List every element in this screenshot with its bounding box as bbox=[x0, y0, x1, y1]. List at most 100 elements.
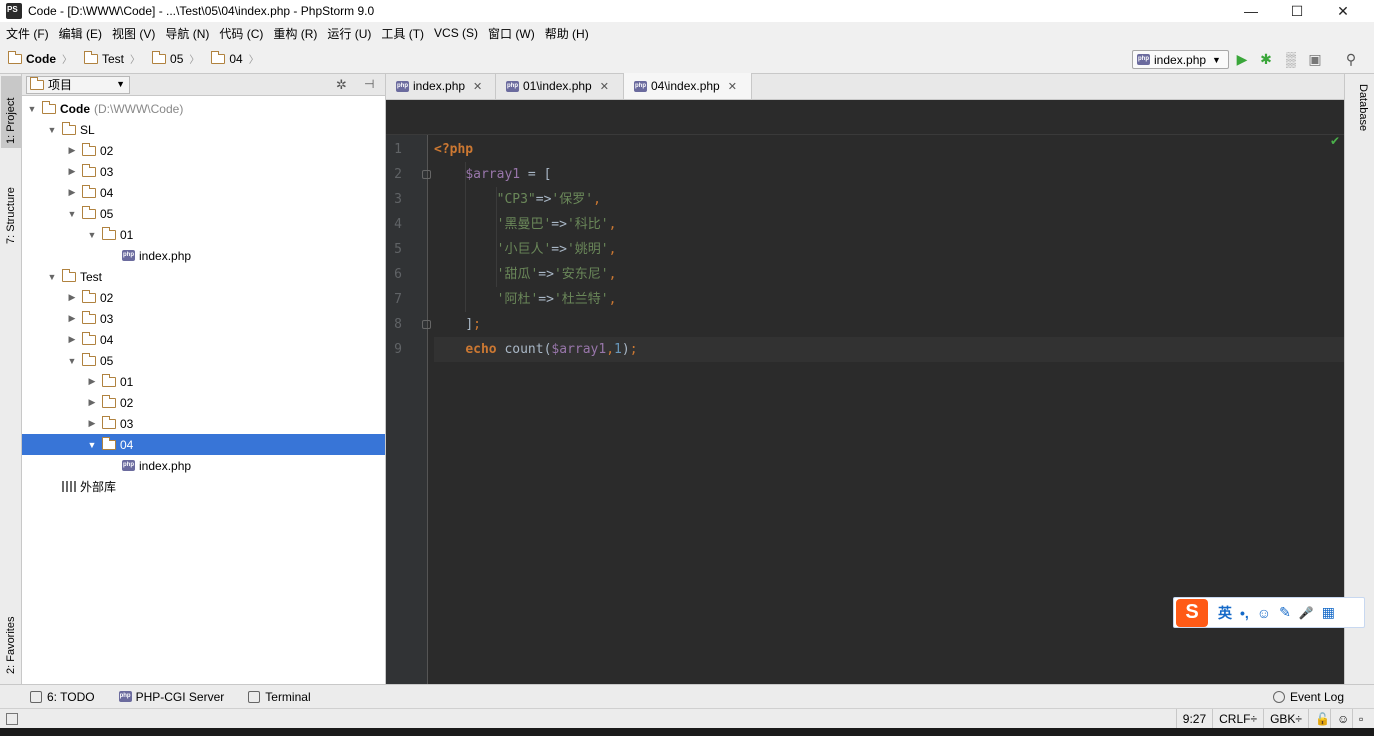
layout-icon[interactable] bbox=[6, 713, 18, 725]
close-icon[interactable]: ✕ bbox=[600, 80, 609, 93]
tab-01-index-php[interactable]: php 01\index.php ✕ bbox=[496, 73, 624, 99]
code-line[interactable]: <?php bbox=[434, 137, 1344, 162]
menu-refactor[interactable]: 重构 (R) bbox=[269, 25, 321, 42]
tree-folder[interactable]: ▶ 03 bbox=[22, 161, 385, 182]
code-line[interactable]: '小巨人'=>'姚明', bbox=[434, 237, 1344, 262]
menu-code[interactable]: 代码 (C) bbox=[215, 25, 267, 42]
hide-panel-icon[interactable]: ⊣ bbox=[364, 77, 374, 91]
file-encoding[interactable]: GBK÷ bbox=[1263, 708, 1308, 729]
menu-navigate[interactable]: 导航 (N) bbox=[161, 25, 213, 42]
tab-index-php[interactable]: php index.php ✕ bbox=[386, 73, 496, 99]
chevron-right-icon[interactable]: ▶ bbox=[66, 187, 78, 198]
chevron-right-icon[interactable]: ▶ bbox=[66, 166, 78, 177]
chevron-right-icon[interactable]: ▶ bbox=[66, 313, 78, 324]
mic-icon[interactable]: 🎤 bbox=[1299, 606, 1314, 620]
close-icon[interactable]: ✕ bbox=[728, 80, 737, 93]
chevron-right-icon[interactable]: ▶ bbox=[86, 376, 98, 387]
menu-edit[interactable]: 编辑 (E) bbox=[55, 25, 106, 42]
line-separator[interactable]: CRLF÷ bbox=[1212, 708, 1263, 729]
bug-icon[interactable]: ✱ bbox=[1257, 50, 1275, 68]
breadcrumb-test[interactable]: Test 〉 bbox=[76, 44, 144, 74]
tree-folder[interactable]: ▼ 05 bbox=[22, 350, 385, 371]
fold-marker-icon[interactable] bbox=[422, 170, 431, 179]
tree-folder[interactable]: ▼ 01 bbox=[22, 224, 385, 245]
stop-icon[interactable]: ▣ bbox=[1306, 50, 1324, 68]
code-line[interactable]: echo count($array1,1); bbox=[434, 337, 1344, 362]
close-button[interactable]: ✕ bbox=[1320, 0, 1366, 22]
menu-window[interactable]: 窗口 (W) bbox=[484, 25, 539, 42]
code-line[interactable]: ]; bbox=[434, 312, 1344, 337]
tree-folder[interactable]: ▶ 03 bbox=[22, 308, 385, 329]
code-line[interactable]: '甜瓜'=>'安东尼', bbox=[434, 262, 1344, 287]
tool-todo[interactable]: 6: TODO bbox=[30, 690, 95, 704]
menu-vcs[interactable]: VCS (S) bbox=[430, 26, 482, 40]
code-line[interactable]: '黑曼巴'=>'科比', bbox=[434, 212, 1344, 237]
tree-folder[interactable]: ▼ 05 bbox=[22, 203, 385, 224]
sogou-logo-icon[interactable]: S bbox=[1176, 598, 1208, 627]
chevron-down-icon[interactable]: ▼ bbox=[66, 209, 78, 219]
chevron-right-icon[interactable]: ▶ bbox=[66, 145, 78, 156]
gear-icon[interactable]: ✲ bbox=[336, 77, 347, 93]
code-line[interactable]: '阿杜'=>'杜兰特', bbox=[434, 287, 1344, 312]
breadcrumb-05[interactable]: 05 〉 bbox=[144, 44, 203, 74]
code-line[interactable]: $array1 = [ bbox=[434, 162, 1344, 187]
tree-folder[interactable]: ▼ 04 bbox=[22, 434, 385, 455]
lock-icon[interactable]: 🔓 bbox=[1308, 708, 1330, 729]
tree-folder[interactable]: ▼ Code (D:\WWW\Code) bbox=[22, 98, 385, 119]
chevron-right-icon[interactable]: ▶ bbox=[86, 418, 98, 429]
chevron-right-icon[interactable]: ▶ bbox=[66, 292, 78, 303]
tool-database[interactable]: Database bbox=[1349, 80, 1369, 131]
tree-folder[interactable]: ▶ 01 bbox=[22, 371, 385, 392]
tree-folder[interactable]: ▶ 03 bbox=[22, 413, 385, 434]
menu-help[interactable]: 帮助 (H) bbox=[541, 25, 593, 42]
project-view-select[interactable]: 项目 ▼ bbox=[26, 75, 130, 94]
ime-language-toggle[interactable]: 英 bbox=[1218, 603, 1232, 623]
tool-favorites[interactable]: 2: Favorites bbox=[1, 592, 21, 678]
chevron-down-icon[interactable]: ▼ bbox=[66, 356, 78, 366]
tree-folder[interactable]: ▼ SL bbox=[22, 119, 385, 140]
breadcrumb-04[interactable]: 04 〉 bbox=[203, 44, 262, 74]
tool-php-cgi[interactable]: php PHP-CGI Server bbox=[118, 690, 224, 704]
grid-icon[interactable]: ▦ bbox=[1322, 604, 1335, 621]
chevron-down-icon[interactable]: ▼ bbox=[26, 104, 38, 114]
coverage-icon[interactable]: ▒ bbox=[1282, 50, 1300, 68]
close-icon[interactable]: ✕ bbox=[473, 80, 482, 93]
run-config-select[interactable]: php index.php ▼ bbox=[1132, 50, 1229, 69]
breadcrumb-code[interactable]: Code 〉 bbox=[0, 44, 76, 74]
ime-punctuation-toggle[interactable]: •, bbox=[1240, 605, 1249, 621]
memory-icon[interactable]: ▫ bbox=[1352, 708, 1374, 729]
tree-folder[interactable]: ▶ 04 bbox=[22, 329, 385, 350]
tab-04-index-php[interactable]: php 04\index.php ✕ bbox=[624, 73, 752, 99]
tool-structure[interactable]: 7: Structure bbox=[1, 164, 21, 248]
tree-folder[interactable]: ▶ 02 bbox=[22, 287, 385, 308]
tool-project[interactable]: 1: Project bbox=[1, 76, 21, 148]
chevron-right-icon[interactable]: ▶ bbox=[66, 334, 78, 345]
chevron-down-icon[interactable]: ▼ bbox=[46, 272, 58, 282]
tool-event-log[interactable]: Event Log bbox=[1272, 690, 1344, 704]
tree-file[interactable]: php index.php bbox=[22, 245, 385, 266]
play-icon[interactable]: ▶ bbox=[1233, 50, 1251, 68]
menu-view[interactable]: 视图 (V) bbox=[108, 25, 159, 42]
tree-folder[interactable]: ▶ 04 bbox=[22, 182, 385, 203]
inspector-icon[interactable]: ☺ bbox=[1330, 708, 1352, 729]
tree-folder[interactable]: 外部库 bbox=[22, 476, 385, 497]
skin-icon[interactable]: ✎ bbox=[1279, 604, 1291, 621]
chevron-right-icon[interactable]: ▶ bbox=[86, 397, 98, 408]
code-line[interactable]: "CP3"=>'保罗', bbox=[434, 187, 1344, 212]
menu-run[interactable]: 运行 (U) bbox=[323, 25, 375, 42]
menu-file[interactable]: 文件 (F) bbox=[2, 25, 53, 42]
chevron-down-icon[interactable]: ▼ bbox=[86, 230, 98, 240]
minimize-button[interactable]: — bbox=[1228, 0, 1274, 22]
tool-terminal[interactable]: Terminal bbox=[248, 690, 311, 704]
menu-tools[interactable]: 工具 (T) bbox=[377, 25, 428, 42]
tree-folder[interactable]: ▶ 02 bbox=[22, 140, 385, 161]
emoji-icon[interactable]: ☺ bbox=[1257, 605, 1271, 621]
caret-position[interactable]: 9:27 bbox=[1175, 708, 1212, 729]
chevron-down-icon[interactable]: ▼ bbox=[86, 440, 98, 450]
fold-marker-icon[interactable] bbox=[422, 320, 431, 329]
tree-folder[interactable]: ▶ 02 bbox=[22, 392, 385, 413]
chevron-down-icon[interactable]: ▼ bbox=[46, 125, 58, 135]
tree-file[interactable]: php index.php bbox=[22, 455, 385, 476]
maximize-button[interactable]: ☐ bbox=[1274, 0, 1320, 22]
search-icon[interactable]: ⚲ bbox=[1342, 50, 1360, 68]
